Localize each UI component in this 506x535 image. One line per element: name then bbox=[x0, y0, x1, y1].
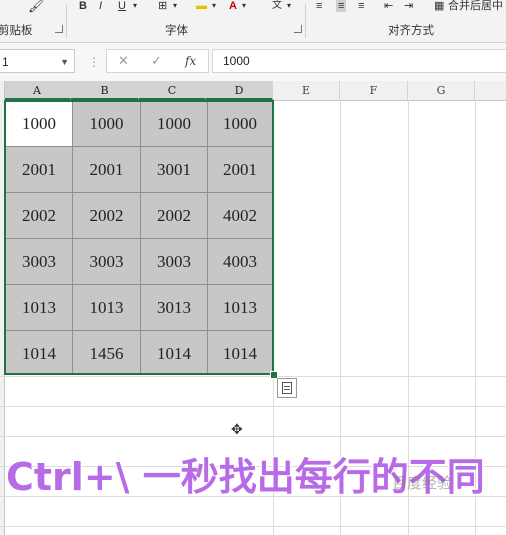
column-header-c[interactable]: C bbox=[139, 81, 206, 100]
watermark: 百度经验 bbox=[392, 474, 453, 492]
cell-d6[interactable]: 1014 bbox=[208, 331, 273, 375]
phonetic-icon[interactable]: 文 bbox=[272, 0, 282, 12]
column-header-b[interactable]: B bbox=[71, 81, 139, 100]
formula-buttons: ✕ ✓ fx bbox=[106, 49, 209, 73]
cell-b4[interactable]: 3003 bbox=[73, 239, 141, 285]
bold-button[interactable]: B bbox=[79, 0, 87, 12]
clipboard-launcher-icon[interactable] bbox=[55, 25, 63, 33]
cell-c2[interactable]: 3001 bbox=[141, 147, 208, 193]
paintbrush-icon[interactable]: 🖌 bbox=[28, 0, 45, 12]
cell-c6[interactable]: 1014 bbox=[141, 331, 208, 375]
group-label-alignment: 对齐方式 bbox=[388, 25, 434, 37]
indent-increase-icon[interactable]: ⇥ bbox=[404, 0, 413, 12]
cell-d5[interactable]: 1013 bbox=[208, 285, 273, 331]
grid-line bbox=[0, 436, 506, 437]
group-separator bbox=[66, 4, 67, 38]
cell-c1[interactable]: 1000 bbox=[141, 101, 208, 147]
move-cursor-icon: ✥ bbox=[231, 421, 243, 437]
cell-d4[interactable]: 4003 bbox=[208, 239, 273, 285]
cell-d2[interactable]: 2001 bbox=[208, 147, 273, 193]
cell-a4[interactable]: 3003 bbox=[6, 239, 73, 285]
indent-icon[interactable]: ⇤ bbox=[384, 0, 393, 12]
group-label-clipboard: 剪贴板 bbox=[0, 25, 33, 37]
column-header-f[interactable]: F bbox=[340, 81, 408, 100]
cell-a3[interactable]: 2002 bbox=[6, 193, 73, 239]
enter-icon[interactable]: ✓ bbox=[151, 53, 162, 69]
cell-c4[interactable]: 3003 bbox=[141, 239, 208, 285]
ribbon: 🖌 B I U ▾ ⊞ ▾ ▬ ▾ A ▾ 文 ▾ ≡ ≡ ≡ ⇤ ⇥ ▦ 合并… bbox=[0, 0, 506, 43]
cell-b1[interactable]: 1000 bbox=[73, 101, 141, 147]
cell-b6[interactable]: 1456 bbox=[73, 331, 141, 375]
cell-b3[interactable]: 2002 bbox=[73, 193, 141, 239]
borders-icon[interactable]: ⊞ bbox=[158, 0, 167, 12]
align-right-icon[interactable]: ≡ bbox=[358, 0, 364, 12]
column-header-g[interactable]: G bbox=[408, 81, 475, 100]
fill-dropdown-icon[interactable]: ▾ bbox=[212, 0, 216, 12]
column-headers: ABCDEFG bbox=[0, 81, 506, 101]
cell-a2[interactable]: 2001 bbox=[6, 147, 73, 193]
cell-d1[interactable]: 1000 bbox=[208, 101, 273, 147]
font-color-icon[interactable]: A bbox=[229, 0, 237, 12]
name-box[interactable]: 1 ▼ bbox=[0, 49, 75, 73]
merge-center-button[interactable]: 合并后居中 bbox=[448, 0, 503, 12]
quick-analysis-button[interactable] bbox=[277, 378, 297, 398]
cell-b5[interactable]: 1013 bbox=[73, 285, 141, 331]
cell-b2[interactable]: 2001 bbox=[73, 147, 141, 193]
grid-line bbox=[0, 406, 506, 407]
formula-input[interactable]: 1000 bbox=[212, 49, 506, 73]
borders-dropdown-icon[interactable]: ▾ bbox=[173, 0, 177, 12]
cell-a6[interactable]: 1014 bbox=[6, 331, 73, 375]
formula-bar: 1 ▼ ⋮ ✕ ✓ fx 1000 bbox=[0, 43, 506, 82]
align-center-icon[interactable]: ≡ bbox=[336, 0, 347, 12]
align-left-icon[interactable]: ≡ bbox=[316, 0, 322, 12]
column-header-e[interactable]: E bbox=[273, 81, 340, 100]
column-header-a[interactable]: A bbox=[4, 81, 71, 100]
underline-dropdown-icon[interactable]: ▾ bbox=[133, 0, 137, 12]
font-color-dropdown-icon[interactable]: ▾ bbox=[242, 0, 246, 12]
chevron-down-icon[interactable]: ▼ bbox=[60, 50, 69, 74]
cell-c5[interactable]: 3013 bbox=[141, 285, 208, 331]
underline-button[interactable]: U bbox=[118, 0, 126, 12]
group-label-font: 字体 bbox=[165, 25, 188, 37]
merge-icon[interactable]: ▦ bbox=[434, 0, 444, 12]
column-header-d[interactable]: D bbox=[206, 81, 273, 100]
cell-d3[interactable]: 4002 bbox=[208, 193, 273, 239]
cell-c3[interactable]: 2002 bbox=[141, 193, 208, 239]
name-box-value: 1 bbox=[2, 55, 9, 69]
font-launcher-icon[interactable] bbox=[294, 25, 302, 33]
ribbon-toolbar: 🖌 B I U ▾ ⊞ ▾ ▬ ▾ A ▾ 文 ▾ ≡ ≡ ≡ ⇤ ⇥ ▦ 合并… bbox=[0, 0, 506, 14]
quick-analysis-icon bbox=[282, 382, 292, 394]
cancel-icon[interactable]: ✕ bbox=[118, 53, 129, 69]
italic-button[interactable]: I bbox=[99, 0, 102, 12]
cell-a5[interactable]: 1013 bbox=[6, 285, 73, 331]
fill-color-icon[interactable]: ▬ bbox=[196, 0, 207, 12]
phonetic-dropdown-icon[interactable]: ▾ bbox=[287, 0, 291, 12]
group-separator bbox=[305, 4, 306, 38]
grid-line bbox=[0, 526, 506, 527]
cell-a1[interactable]: 1000 bbox=[6, 101, 73, 147]
formula-bar-grip-icon[interactable]: ⋮ bbox=[88, 55, 100, 69]
grid-line bbox=[0, 376, 506, 377]
fx-icon[interactable]: fx bbox=[185, 54, 196, 68]
